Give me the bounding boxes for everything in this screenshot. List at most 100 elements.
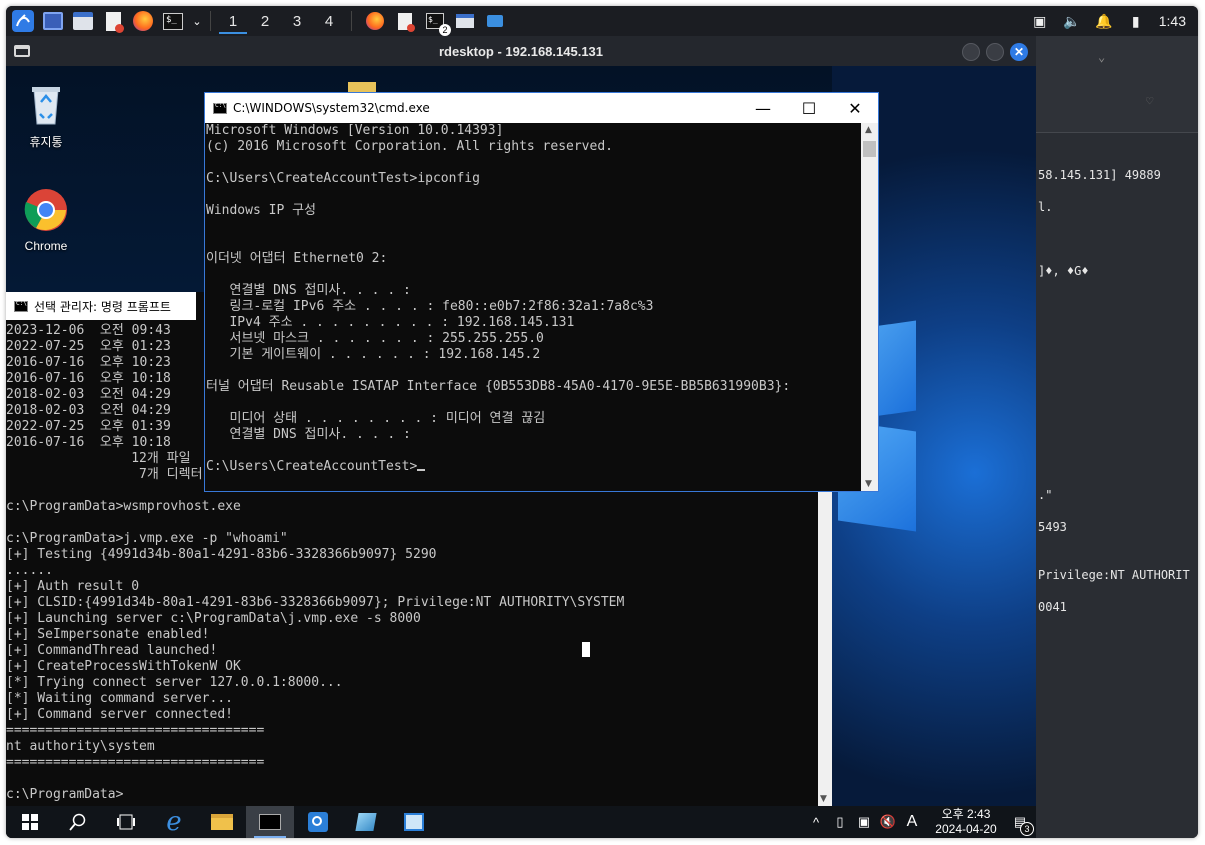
kali-clock[interactable]: 1:43 — [1159, 13, 1186, 29]
admin-cmd-line: nt authority\system — [6, 739, 155, 754]
server-manager-taskbar-button[interactable] — [390, 806, 438, 838]
folder-task-icon[interactable] — [482, 8, 508, 34]
text-editor-icon[interactable] — [100, 8, 126, 34]
host-terminal-line: l. — [1038, 200, 1053, 214]
search-button[interactable] — [54, 806, 102, 838]
ime-indicator[interactable]: A — [904, 813, 920, 830]
user-cmd-window[interactable]: C:\WINDOWS\system32\cmd.exe — ☐ ✕ Micros… — [204, 92, 879, 492]
host-terminal[interactable]: ⌄ ♡ 58.145.131] 49889 l. ]♦, ♦G♦ ." 5493… — [1036, 36, 1198, 838]
user-cmd-line: C:\Users\CreateAccountTest> — [206, 459, 426, 475]
windows-tray: ^ ▯ ▣ 🔇 A 오후 2:43 2024-04-20 ▤ 3 — [808, 806, 1034, 838]
network-icon[interactable]: ▣ — [856, 814, 872, 830]
host-terminal-line: 5493 — [1038, 520, 1067, 534]
windows-logo-icon — [22, 814, 38, 830]
chevron-down-icon[interactable]: ⌄ — [190, 8, 204, 34]
user-cmd-line: 이더넷 어댑터 Ethernet0 2: — [206, 251, 388, 266]
chevron-up-icon[interactable]: ^ — [808, 814, 824, 830]
magnifier-taskbar-button[interactable] — [294, 806, 342, 838]
admin-cmd-line: 2018-02-03 오전 04:29 — [6, 403, 171, 418]
chevron-down-icon[interactable]: ⌄ — [1098, 50, 1105, 64]
admin-cmd-line: [+] CLSID:{4991d34b-80a1-4291-83b6-33283… — [6, 595, 625, 610]
scrollbar-thumb[interactable] — [863, 141, 876, 157]
maximize-button[interactable] — [986, 43, 1004, 61]
remote-desktop[interactable]: 휴지통 Chrome 선택 관리자: 명령 프롬프트 2023-12-06 오전… — [6, 66, 1036, 838]
admin-cmd-line: [*] Waiting command server... — [6, 691, 233, 706]
admin-cmd-title-bar[interactable]: 선택 관리자: 명령 프롬프트 — [6, 292, 196, 320]
host-terminal-line: ." — [1038, 488, 1053, 502]
action-center-icon[interactable]: ▤ 3 — [1012, 814, 1034, 836]
show-desktop-icon[interactable] — [40, 8, 66, 34]
workspace-1[interactable]: 1 — [217, 6, 249, 36]
start-button[interactable] — [6, 806, 54, 838]
rdesktop-title-bar[interactable]: rdesktop - 192.168.145.131 ✕ — [6, 36, 1036, 66]
notepad-taskbar-button[interactable] — [342, 806, 390, 838]
admin-cmd-line: c:\ProgramData>wsmprovhost.exe — [6, 499, 241, 514]
text-editor-task-icon[interactable] — [392, 8, 418, 34]
panel-separator — [351, 11, 352, 31]
user-cmd-line: 링크-로컬 IPv6 주소 . . . . : fe80::e0b7:2f86:… — [206, 299, 654, 314]
admin-cmd-line: [+] CreateProcessWithTokenW OK — [6, 659, 241, 674]
folder-desktop-icon[interactable] — [348, 82, 376, 92]
scroll-down-arrow-icon[interactable]: ▼ — [865, 479, 872, 489]
notification-bell-icon[interactable]: 🔔 — [1095, 12, 1113, 30]
user-cmd-line: 연결별 DNS 접미사. . . . : — [206, 283, 411, 298]
minimize-button[interactable] — [962, 43, 980, 61]
admin-cmd-line: ================================= — [6, 755, 265, 770]
display-icon[interactable]: ▣ — [1031, 12, 1049, 30]
rdesktop-task-icon[interactable] — [452, 8, 478, 34]
recycle-bin-icon — [11, 84, 81, 129]
admin-cmd-line: 2016-07-16 오후 10:18 — [6, 435, 171, 450]
notification-count-badge: 3 — [1020, 822, 1034, 836]
terminal-count-badge: 2 — [439, 24, 451, 36]
recycle-bin-label: 휴지통 — [29, 135, 63, 149]
folder-icon — [211, 814, 233, 830]
file-explorer-taskbar-button[interactable] — [198, 806, 246, 838]
volume-muted-icon[interactable]: 🔇 — [880, 814, 896, 830]
terminal-task-icon[interactable]: $_ 2 — [422, 8, 451, 36]
user-cmd-title-bar[interactable]: C:\WINDOWS\system32\cmd.exe — ☐ ✕ — [205, 93, 878, 123]
admin-cmd-line: [+] Command server connected! — [6, 707, 233, 722]
user-cmd-scrollbar[interactable]: ▲ ▼ — [861, 123, 878, 491]
terminal-icon[interactable]: $_ — [160, 8, 186, 34]
chrome-desktop-icon[interactable]: Chrome — [11, 188, 81, 253]
user-cmd-line: 기본 게이트웨이 . . . . . . : 192.168.145.2 — [206, 347, 541, 362]
firefox-task-icon[interactable] — [362, 8, 388, 34]
maximize-button[interactable]: ☐ — [786, 93, 832, 123]
edge-taskbar-button[interactable]: e — [150, 806, 198, 838]
close-button[interactable]: ✕ — [1010, 43, 1028, 61]
text-cursor — [417, 469, 426, 471]
usb-icon[interactable]: ▯ — [832, 814, 848, 830]
host-terminal-toolbar: ⌄ ♡ — [1036, 36, 1198, 132]
admin-cmd-line: 2016-07-16 오후 10:23 — [6, 355, 171, 370]
cmd-icon — [259, 814, 281, 830]
battery-icon[interactable]: ▮ — [1127, 12, 1145, 30]
admin-cmd-line: [+] CommandThread launched! — [6, 643, 218, 658]
volume-icon[interactable]: 🔈 — [1063, 12, 1081, 30]
close-button[interactable]: ✕ — [832, 93, 878, 123]
workspace-4[interactable]: 4 — [313, 6, 345, 36]
kali-menu-icon[interactable] — [10, 8, 36, 34]
user-cmd-line: (c) 2016 Microsoft Corporation. All righ… — [206, 139, 613, 154]
kali-tray: ▣ 🔈 🔔 ▮ 1:43 — [1031, 6, 1186, 36]
task-view-button[interactable] — [102, 806, 150, 838]
chrome-icon — [11, 188, 81, 235]
workspace-2[interactable]: 2 — [249, 6, 281, 36]
admin-cmd-line: [+] SeImpersonate enabled! — [6, 627, 210, 642]
kali-top-panel: $_ ⌄ 1 2 3 4 $_ 2 ▣ 🔈 🔔 ▮ 1:43 — [6, 6, 1198, 36]
minimize-button[interactable]: — — [740, 93, 786, 123]
cmd-taskbar-button[interactable] — [246, 806, 294, 838]
file-manager-icon[interactable] — [70, 8, 96, 34]
clock-date: 2024-04-20 — [935, 822, 997, 836]
user-cmd-line: 서브넷 마스크 . . . . . . . : 255.255.255.0 — [206, 331, 544, 346]
workspace-3[interactable]: 3 — [281, 6, 313, 36]
windows-clock[interactable]: 오후 2:43 2024-04-20 — [928, 807, 1004, 837]
scroll-down-arrow-icon[interactable]: ▼ — [820, 794, 827, 804]
host-terminal-line: 58.145.131] 49889 — [1038, 168, 1161, 182]
user-cmd-line: 미디어 상태 . . . . . . . . : 미디어 연결 끊김 — [206, 411, 546, 426]
host-terminal-line: ]♦, ♦G♦ — [1038, 264, 1089, 278]
recycle-bin-desktop-icon[interactable]: 휴지통 — [11, 84, 81, 150]
text-cursor — [582, 642, 590, 657]
firefox-icon[interactable] — [130, 8, 156, 34]
scroll-up-arrow-icon[interactable]: ▲ — [865, 125, 872, 135]
edge-icon: e — [166, 807, 182, 837]
